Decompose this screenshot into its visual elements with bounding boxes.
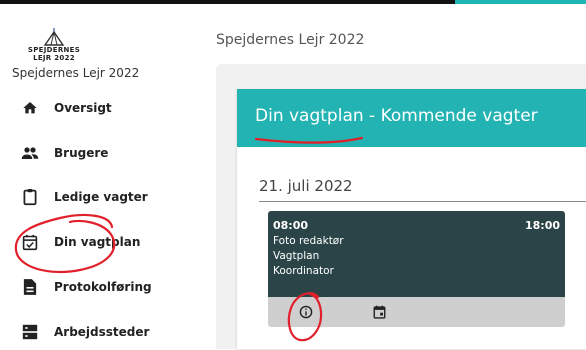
shift-actions	[268, 297, 565, 327]
users-icon	[20, 143, 40, 163]
logo-line-1: SPEJDERNES	[27, 46, 81, 54]
sidebar: SPEJDERNES LEJR 2022 Spejdernes Lejr 202…	[0, 4, 200, 349]
app-name: Spejdernes Lejr 2022	[12, 66, 140, 80]
sidebar-item-label: Oversigt	[54, 101, 112, 115]
sidebar-item-label: Protokolføring	[54, 280, 152, 294]
shift-title: Koordinator	[273, 265, 334, 277]
date-heading: 21. juli 2022	[259, 177, 353, 195]
logo-line-2: LEJR 2022	[33, 54, 75, 62]
top-bar-accent	[455, 0, 586, 4]
sidebar-item-label: Ledige vagter	[54, 190, 148, 204]
shift-start-time: 08:00	[273, 219, 309, 232]
shift-role: Foto redaktør	[273, 235, 344, 247]
sidebar-item-label: Arbejdssteder	[54, 325, 150, 339]
sidebar-item-label: Brugere	[54, 146, 109, 160]
calendar-icon[interactable]	[370, 303, 388, 321]
sidebar-item-ledige-vagter[interactable]: Ledige vagter	[0, 179, 200, 215]
card-header: Din vagtplan - Kommende vagter	[237, 89, 586, 147]
shift-area: Vagtplan	[273, 250, 320, 262]
dns-icon	[20, 322, 40, 342]
sidebar-item-din-vagtplan[interactable]: Din vagtplan	[0, 224, 200, 260]
sidebar-item-protokolforing[interactable]: Protokolføring	[0, 269, 200, 305]
logo: SPEJDERNES LEJR 2022	[24, 28, 84, 62]
info-icon[interactable]	[297, 303, 315, 321]
document-icon	[20, 277, 40, 297]
tent-logo-icon	[43, 28, 65, 46]
sidebar-item-oversigt[interactable]: Oversigt	[0, 90, 200, 126]
clipboard-icon	[20, 187, 40, 207]
calendar-check-icon	[20, 232, 40, 252]
card-title: Din vagtplan - Kommende vagter	[255, 106, 538, 126]
shift-end-time: 18:00	[524, 219, 560, 232]
sidebar-item-brugere[interactable]: Brugere	[0, 135, 200, 171]
shift-body: 08:00 18:00 Foto redaktør Vagtplan Koord…	[268, 211, 565, 297]
shift-card: 08:00 18:00 Foto redaktør Vagtplan Koord…	[268, 211, 565, 327]
date-divider	[259, 201, 586, 202]
page-title: Spejdernes Lejr 2022	[216, 32, 365, 48]
home-icon	[20, 98, 40, 118]
sidebar-item-label: Din vagtplan	[54, 235, 141, 249]
sidebar-item-arbejdssteder[interactable]: Arbejdssteder	[0, 314, 200, 350]
